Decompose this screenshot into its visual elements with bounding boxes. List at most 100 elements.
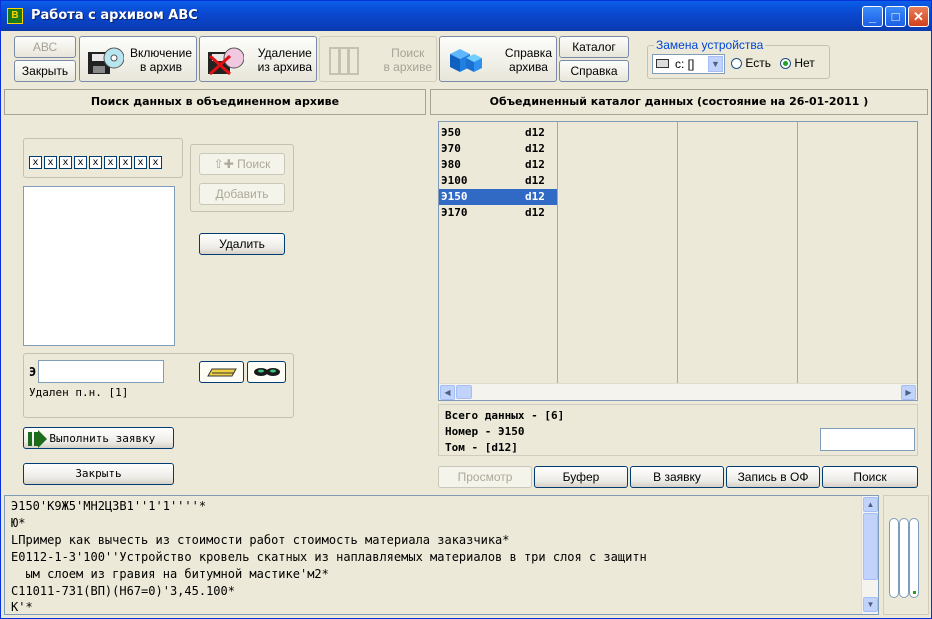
scroll-down-icon[interactable]: ▼	[863, 597, 878, 612]
delete-button[interactable]: Удалить	[199, 233, 285, 255]
radio-yes-label: Есть	[745, 56, 771, 70]
xbox-row: xxxxxxxxx	[29, 154, 164, 169]
catalog-search-button[interactable]: Поиск	[822, 466, 918, 488]
left-panel-header: Поиск данных в объединенном архиве	[4, 89, 426, 115]
remove-archive-button[interactable]: Удаление из архива	[199, 36, 317, 82]
xbox-4[interactable]: x	[74, 156, 87, 169]
window-title: Работа с архивом АВС	[31, 8, 198, 23]
editor-line: С11011-731(ВП)(Н67=0)'3,45.100*	[11, 584, 235, 598]
help-archive-label: Справка архива	[504, 46, 552, 74]
archive-search-button[interactable]: Поиск в архиве	[319, 36, 437, 82]
app-icon: В	[7, 8, 23, 24]
catalog-row-volume: d12	[525, 206, 545, 219]
xbox-2[interactable]: x	[44, 156, 57, 169]
write-of-button[interactable]: Запись в ОФ	[726, 466, 820, 488]
pencil-button[interactable]	[199, 361, 244, 383]
catalog-row-name: Э50	[441, 126, 461, 139]
editor-line: LПример как вычесть из стоимости работ с…	[11, 533, 510, 547]
glasses-icon	[253, 368, 280, 376]
execute-request-button[interactable]: Выполнить заявку	[23, 427, 174, 449]
catalog-column-3	[678, 122, 798, 384]
catalog-row-volume: d12	[525, 190, 545, 203]
editor-line: К'*	[11, 600, 33, 614]
editor-line: ым слоем из гравия на битумной мастике'м…	[11, 567, 329, 581]
scroll-up-icon[interactable]: ▲	[863, 497, 878, 512]
editor-vscrollbar[interactable]: ▲ ▼	[861, 496, 878, 614]
xbox-1[interactable]: x	[29, 156, 42, 169]
catalog-row-name: Э150	[441, 190, 468, 203]
help-button[interactable]: Справка	[559, 60, 629, 82]
xbox-8[interactable]: x	[134, 156, 147, 169]
catalog-row[interactable]: Э70 d12	[439, 141, 557, 157]
vscroll-thumb[interactable]	[863, 513, 878, 580]
info-total: Всего данных - [6]	[445, 409, 565, 422]
search-label: Поиск в архиве	[383, 46, 432, 74]
deleted-text: Удален п.н. [1]	[29, 386, 129, 399]
floppy-disk-remove-icon	[208, 47, 244, 76]
catalog-hscrollbar[interactable]: ◀ ▶	[439, 383, 917, 400]
hscroll-thumb[interactable]	[456, 385, 472, 399]
title-bar[interactable]: В Работа с архивом АВС _ □ ✕	[1, 1, 931, 31]
catalog-list[interactable]: Э50 d12 Э70 d12 Э80 d12 Э100 d12 Э150 d12 Э170 d12 …	[438, 121, 918, 401]
indicator-dot	[913, 591, 916, 594]
radio-no-circle[interactable]	[780, 58, 791, 70]
pencil-icon	[206, 368, 237, 377]
editor-line: Э150'К9Ж5'МН2Ц3В1''1'1''''*	[11, 499, 207, 513]
info-input[interactable]	[820, 428, 915, 451]
to-request-button[interactable]: В заявку	[630, 466, 724, 488]
xbox-9[interactable]: x	[149, 156, 162, 169]
play-bars-icon	[28, 429, 47, 448]
catalog-row-volume: d12	[525, 142, 545, 155]
catalog-row[interactable]: Э170 d12	[439, 205, 557, 221]
catalog-row[interactable]: Э150 d12	[439, 189, 557, 205]
close-window-button[interactable]: ✕	[908, 6, 929, 27]
include-label: Включение в архив	[129, 46, 192, 74]
minimize-button[interactable]: _	[862, 6, 883, 27]
include-archive-button[interactable]: Включение в архив	[79, 36, 197, 82]
radio-no[interactable]: Нет	[780, 56, 815, 70]
catalog-row-name: Э70	[441, 142, 461, 155]
remove-label: Удаление из архива	[257, 46, 312, 74]
right-panel-header: Объединенный каталог данных (состояние н…	[430, 89, 928, 115]
maximize-button[interactable]: □	[885, 6, 906, 27]
buffer-button[interactable]: Буфер	[534, 466, 628, 488]
xbox-3[interactable]: x	[59, 156, 72, 169]
add-button[interactable]: Добавить	[199, 183, 285, 205]
radio-yes[interactable]: Есть	[731, 56, 771, 70]
catalog-row[interactable]: Э100 d12	[439, 173, 557, 189]
archive-help-button[interactable]: Справка архива	[439, 36, 557, 82]
catalog-row[interactable]: Э80 d12	[439, 157, 557, 173]
indicator-bar-3	[909, 518, 919, 598]
indicator-bar-1	[889, 518, 899, 598]
drive-select[interactable]: c: [] ▼	[652, 54, 725, 74]
chevron-down-icon[interactable]: ▼	[708, 56, 723, 72]
catalog-row-name: Э100	[441, 174, 468, 187]
search-button[interactable]: ⇧✚ Поиск	[199, 153, 285, 175]
cubes-icon	[450, 49, 482, 72]
scroll-right-icon[interactable]: ▶	[901, 385, 916, 400]
main-window: В Работа с архивом АВС _ □ ✕ АВС Закрыть…	[0, 0, 932, 619]
files-search-icon	[329, 47, 359, 75]
xbox-7[interactable]: x	[119, 156, 132, 169]
xbox-6[interactable]: x	[104, 156, 117, 169]
e-prefix: Э	[29, 365, 37, 379]
abc-button[interactable]: АВС	[14, 36, 76, 58]
glasses-button[interactable]	[247, 361, 286, 383]
xbox-5[interactable]: x	[89, 156, 102, 169]
e-number-input[interactable]	[38, 360, 164, 383]
catalog-button[interactable]: Каталог	[559, 36, 629, 58]
floppy-disk-add-icon	[88, 47, 124, 74]
search-list[interactable]	[23, 186, 175, 346]
view-button[interactable]: Просмотр	[438, 466, 532, 488]
catalog-row[interactable]: Э50 d12	[439, 125, 557, 141]
toolbar: АВС Закрыть Включение в архив Удаление и…	[4, 34, 930, 84]
toolbar-close-button[interactable]: Закрыть	[14, 60, 76, 82]
info-number: Номер - Э150	[445, 425, 525, 438]
scroll-left-icon[interactable]: ◀	[440, 385, 455, 400]
catalog-row-name: Э80	[441, 158, 461, 171]
left-close-button[interactable]: Закрыть	[23, 463, 174, 485]
catalog-row-volume: d12	[525, 174, 545, 187]
text-editor[interactable]: Э150'К9Ж5'МН2Ц3В1''1'1''''* Ю* LПример к…	[4, 495, 879, 615]
editor-line: Ю*	[11, 516, 26, 530]
radio-yes-circle[interactable]	[731, 58, 742, 70]
